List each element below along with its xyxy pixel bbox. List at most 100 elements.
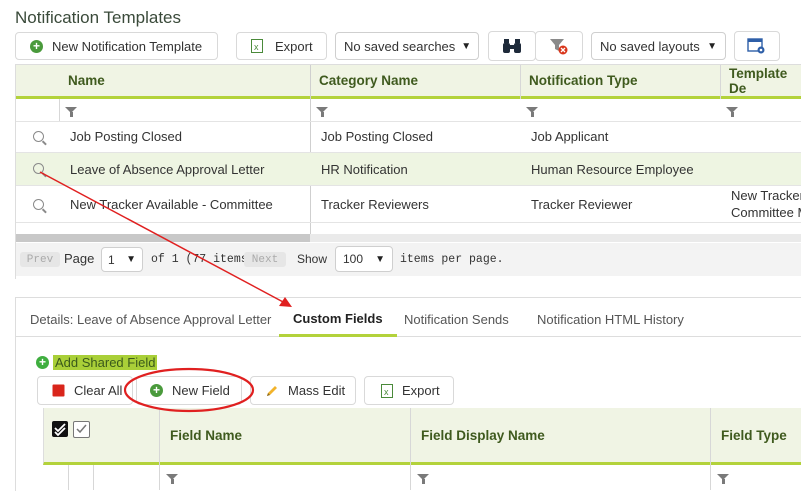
column-header-name[interactable]: Name — [68, 65, 105, 96]
grid-header: Name Category Name Notification Type Tem… — [16, 65, 801, 99]
pencil-icon — [267, 385, 277, 396]
row-name: Leave of Absence Approval Letter — [70, 162, 265, 177]
excel-icon: x — [381, 383, 393, 398]
tab-custom-fields[interactable]: Custom Fields — [279, 302, 397, 337]
column-divider — [68, 465, 69, 490]
svg-text:x: x — [254, 42, 259, 52]
svg-text:x: x — [384, 387, 389, 397]
page-title: Notification Templates — [15, 8, 181, 27]
plus-icon: + — [150, 384, 163, 397]
view-icon[interactable] — [33, 131, 44, 142]
column-divider — [710, 408, 711, 490]
row-template: New Tracker — [731, 188, 801, 203]
per-page-value: 100 — [343, 252, 364, 266]
page-select-value: 1 — [108, 252, 115, 267]
view-icon[interactable] — [33, 163, 44, 174]
layout-settings-icon — [747, 38, 765, 54]
check-icon — [54, 423, 66, 437]
column-divider — [93, 465, 94, 490]
column-header-template[interactable]: Template De — [729, 65, 801, 96]
page-count: of 1 (77 items) — [151, 253, 255, 266]
row-category: HR Notification — [321, 162, 408, 177]
column-divider — [720, 65, 721, 99]
mass-edit-button[interactable]: Mass Edit — [250, 376, 356, 405]
checkbox-icon — [52, 384, 65, 397]
fields-export-button[interactable]: x Export — [364, 376, 454, 405]
export-button[interactable]: x Export — [236, 32, 327, 60]
row-type: Tracker Reviewer — [531, 197, 633, 212]
chevron-down-icon: ▼ — [126, 254, 136, 265]
prev-button[interactable]: Prev — [20, 252, 60, 267]
layout-settings-button[interactable] — [734, 31, 780, 61]
binoculars-icon — [503, 39, 521, 53]
column-divider — [59, 99, 60, 121]
add-shared-field-label: Add Shared Field — [53, 355, 158, 370]
column-header-category[interactable]: Category Name — [319, 65, 418, 96]
fields-grid-header: Field Name Field Display Name Field Type — [43, 408, 801, 465]
column-divider — [159, 408, 160, 490]
show-label: Show — [297, 252, 328, 266]
filter-icon[interactable] — [65, 107, 77, 117]
row-name: Job Posting Closed — [70, 129, 183, 144]
items-per-page-label: items per page. — [400, 253, 504, 266]
chevron-down-icon: ▼ — [375, 253, 385, 265]
tab-details[interactable]: Details: Leave of Absence Approval Lette… — [30, 302, 271, 336]
add-shared-field-link[interactable]: + Add Shared Field — [36, 355, 158, 370]
clear-all-label: Clear All — [74, 383, 123, 398]
view-icon[interactable] — [33, 199, 44, 210]
check-icon — [76, 424, 87, 434]
per-page-select[interactable]: 100 ▼ — [335, 246, 393, 272]
saved-searches-select[interactable]: No saved searches ▼ — [335, 32, 479, 60]
saved-layouts-value: No saved layouts — [600, 38, 700, 54]
row-divider — [16, 222, 801, 223]
plus-icon: + — [36, 356, 49, 369]
scrollbar-thumb[interactable] — [16, 234, 310, 242]
tab-html-history[interactable]: Notification HTML History — [537, 302, 684, 336]
plus-icon: + — [30, 39, 43, 53]
select-all-checkbox[interactable] — [52, 421, 68, 437]
clear-filter-icon — [550, 39, 568, 55]
table-row[interactable]: Job Posting Closed Job Posting Closed Jo… — [16, 122, 801, 152]
column-header-field-display-name[interactable]: Field Display Name — [421, 408, 545, 462]
row-type: Job Applicant — [531, 129, 609, 144]
column-header-type[interactable]: Notification Type — [529, 65, 638, 96]
row-category: Job Posting Closed — [321, 129, 434, 144]
filter-icon[interactable] — [166, 474, 178, 484]
tab-notification-sends[interactable]: Notification Sends — [404, 302, 509, 336]
row-template: Committee M — [731, 205, 801, 220]
column-header-field-type[interactable]: Field Type — [721, 408, 787, 462]
filter-icon[interactable] — [417, 474, 429, 484]
filter-icon[interactable] — [526, 107, 538, 117]
new-field-label: New Field — [172, 383, 230, 398]
clear-filter-button[interactable] — [535, 31, 583, 61]
tabs-divider — [16, 336, 801, 337]
saved-layouts-select[interactable]: No saved layouts ▼ — [591, 32, 726, 60]
saved-searches-value: No saved searches — [344, 38, 456, 54]
table-row[interactable]: New Tracker Available - Committee Tracke… — [16, 186, 801, 222]
row-name: New Tracker Available - Committee — [70, 197, 273, 212]
column-header-field-name[interactable]: Field Name — [170, 408, 242, 462]
fields-export-label: Export — [402, 383, 440, 398]
page-select[interactable]: 1 ▼ — [101, 247, 143, 272]
filter-icon[interactable] — [717, 474, 729, 484]
search-binoculars-button[interactable] — [488, 31, 536, 61]
new-template-label: New Notification Template — [52, 38, 203, 54]
page-label: Page — [64, 251, 95, 266]
row-type: Human Resource Employee — [531, 162, 694, 177]
column-divider — [520, 65, 521, 99]
chevron-down-icon: ▼ — [707, 40, 717, 52]
export-label: Export — [275, 38, 313, 54]
select-page-checkbox[interactable] — [73, 421, 90, 438]
table-row-selected[interactable]: Leave of Absence Approval Letter HR Noti… — [16, 153, 801, 185]
row-category: Tracker Reviewers — [321, 197, 429, 212]
filter-icon[interactable] — [726, 107, 738, 117]
mass-edit-label: Mass Edit — [288, 383, 346, 398]
column-divider — [410, 408, 411, 490]
filter-icon[interactable] — [316, 107, 328, 117]
horizontal-scrollbar[interactable] — [16, 234, 801, 242]
clear-all-button[interactable]: Clear All — [37, 376, 133, 405]
new-field-button[interactable]: + New Field — [136, 376, 242, 405]
excel-icon: x — [251, 39, 263, 53]
next-button[interactable]: Next — [244, 252, 286, 267]
new-template-button[interactable]: + New Notification Template — [15, 32, 218, 60]
